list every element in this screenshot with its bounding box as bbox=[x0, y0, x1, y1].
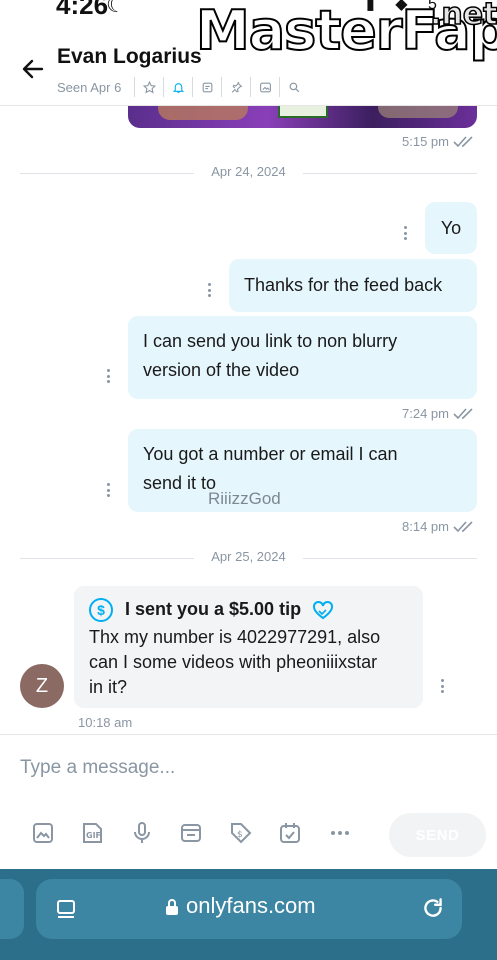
message-input[interactable] bbox=[20, 755, 380, 781]
incoming-message[interactable]: $ I sent you a $5.00 tip Thx my number i… bbox=[74, 586, 423, 708]
message-text: in it? bbox=[89, 677, 128, 697]
tabs-icon[interactable] bbox=[54, 897, 78, 921]
message-text: You got a number or email I can bbox=[143, 444, 398, 464]
time-label: 7:24 pm bbox=[402, 406, 449, 421]
composer-toolbar: GIF $ bbox=[18, 819, 365, 847]
favorite-button[interactable] bbox=[134, 77, 163, 97]
double-check-icon bbox=[453, 407, 473, 419]
message-time: 7:24 pm bbox=[402, 406, 477, 421]
vault-icon bbox=[181, 824, 202, 842]
last-seen: Seen Apr 6 bbox=[57, 80, 122, 95]
search-button[interactable] bbox=[279, 77, 308, 97]
bell-icon bbox=[172, 82, 184, 93]
outgoing-message[interactable]: I can send you link to non blurry versio… bbox=[128, 316, 477, 399]
media-message-preview[interactable] bbox=[128, 106, 477, 128]
do-not-disturb-icon: ☾ bbox=[106, 0, 126, 17]
status-time: 4:26 bbox=[56, 0, 109, 20]
gif-icon: GIF bbox=[83, 823, 103, 843]
svg-text:$: $ bbox=[237, 830, 243, 840]
message-options-button[interactable] bbox=[438, 676, 446, 696]
outgoing-message[interactable]: Thanks for the feed back bbox=[229, 259, 477, 312]
reload-icon[interactable] bbox=[420, 895, 446, 921]
message-text: Thx my number is 4022977291, also bbox=[89, 627, 381, 647]
avatar[interactable]: Z bbox=[20, 664, 64, 708]
message-options-button[interactable] bbox=[104, 480, 112, 500]
date-divider: Apr 24, 2024 bbox=[20, 164, 477, 182]
image-icon bbox=[32, 823, 53, 843]
gallery-button[interactable] bbox=[250, 77, 279, 97]
contact-name[interactable]: Evan Logarius bbox=[57, 45, 202, 69]
browser-nav-row bbox=[0, 949, 497, 960]
notifications-button[interactable] bbox=[163, 77, 192, 97]
time-label: 5:15 pm bbox=[402, 134, 449, 149]
set-price-button[interactable]: $ bbox=[216, 819, 266, 847]
arrow-left-icon bbox=[22, 59, 44, 79]
schedule-button[interactable] bbox=[266, 819, 316, 847]
previous-tab[interactable] bbox=[0, 879, 24, 939]
more-options-button[interactable] bbox=[315, 819, 365, 847]
address-bar[interactable]: onlyfans.com bbox=[36, 879, 462, 939]
double-check-icon bbox=[453, 520, 473, 532]
outgoing-message[interactable]: You got a number or email I can send it … bbox=[128, 429, 477, 512]
message-time: 10:18 am bbox=[78, 715, 133, 730]
notes-button[interactable] bbox=[192, 77, 221, 97]
search-icon bbox=[289, 82, 299, 92]
tip-row: $ I sent you a $5.00 tip bbox=[89, 596, 408, 623]
message-text: can I some videos with pheoniiixstar bbox=[89, 652, 378, 672]
outgoing-message[interactable]: Yo bbox=[425, 202, 477, 254]
message-text: I can send you link to non blurry bbox=[143, 331, 398, 351]
time-label: 8:14 pm bbox=[402, 519, 449, 534]
vault-button[interactable] bbox=[167, 819, 217, 847]
watermark-logo-suffix: .net bbox=[429, 0, 497, 32]
dollar-icon: $ bbox=[89, 597, 113, 622]
svg-text:GIF: GIF bbox=[86, 831, 101, 840]
url-text: onlyfans.com bbox=[186, 893, 316, 918]
date-label: Apr 24, 2024 bbox=[211, 164, 286, 179]
header-actions bbox=[134, 77, 308, 97]
add-media-button[interactable] bbox=[18, 819, 68, 847]
more-icon bbox=[330, 831, 349, 835]
heart-handshake-icon bbox=[313, 600, 334, 619]
double-check-icon bbox=[453, 135, 473, 147]
date-divider: Apr 25, 2024 bbox=[20, 549, 477, 567]
message-text: send it to bbox=[143, 473, 217, 493]
message-options-button[interactable] bbox=[401, 223, 409, 243]
pin-button[interactable] bbox=[221, 77, 250, 97]
date-label: Apr 25, 2024 bbox=[211, 549, 286, 564]
message-time: 5:15 pm bbox=[402, 134, 477, 149]
star-icon bbox=[142, 80, 156, 93]
gallery-icon bbox=[259, 82, 271, 92]
message-time: 8:14 pm bbox=[402, 519, 477, 534]
browser-toolbar: onlyfans.com bbox=[0, 869, 497, 960]
watermark-username: RiiizzGod bbox=[208, 489, 281, 508]
message-text: Thanks for the feed back bbox=[244, 275, 443, 295]
note-icon bbox=[202, 82, 212, 92]
lock-icon bbox=[166, 899, 178, 915]
tip-text: I sent you a $5.00 tip bbox=[125, 599, 302, 619]
message-thread[interactable]: 5:15 pm Apr 24, 2024 Yo Thanks for the f… bbox=[0, 106, 497, 734]
voice-message-button[interactable] bbox=[117, 819, 167, 847]
send-button[interactable]: SEND bbox=[389, 813, 486, 857]
message-options-button[interactable] bbox=[104, 106, 112, 118]
message-composer: GIF $ SEND bbox=[0, 734, 497, 869]
gif-button[interactable]: GIF bbox=[68, 819, 118, 847]
message-text: Yo bbox=[440, 218, 462, 238]
microphone-icon bbox=[133, 822, 150, 843]
pin-icon bbox=[231, 81, 242, 93]
message-text: version of the video bbox=[143, 360, 300, 380]
message-options-button[interactable] bbox=[104, 366, 112, 386]
back-button[interactable] bbox=[20, 56, 48, 84]
price-tag-icon: $ bbox=[230, 823, 252, 844]
schedule-icon bbox=[280, 823, 301, 843]
message-options-button[interactable] bbox=[205, 280, 213, 300]
